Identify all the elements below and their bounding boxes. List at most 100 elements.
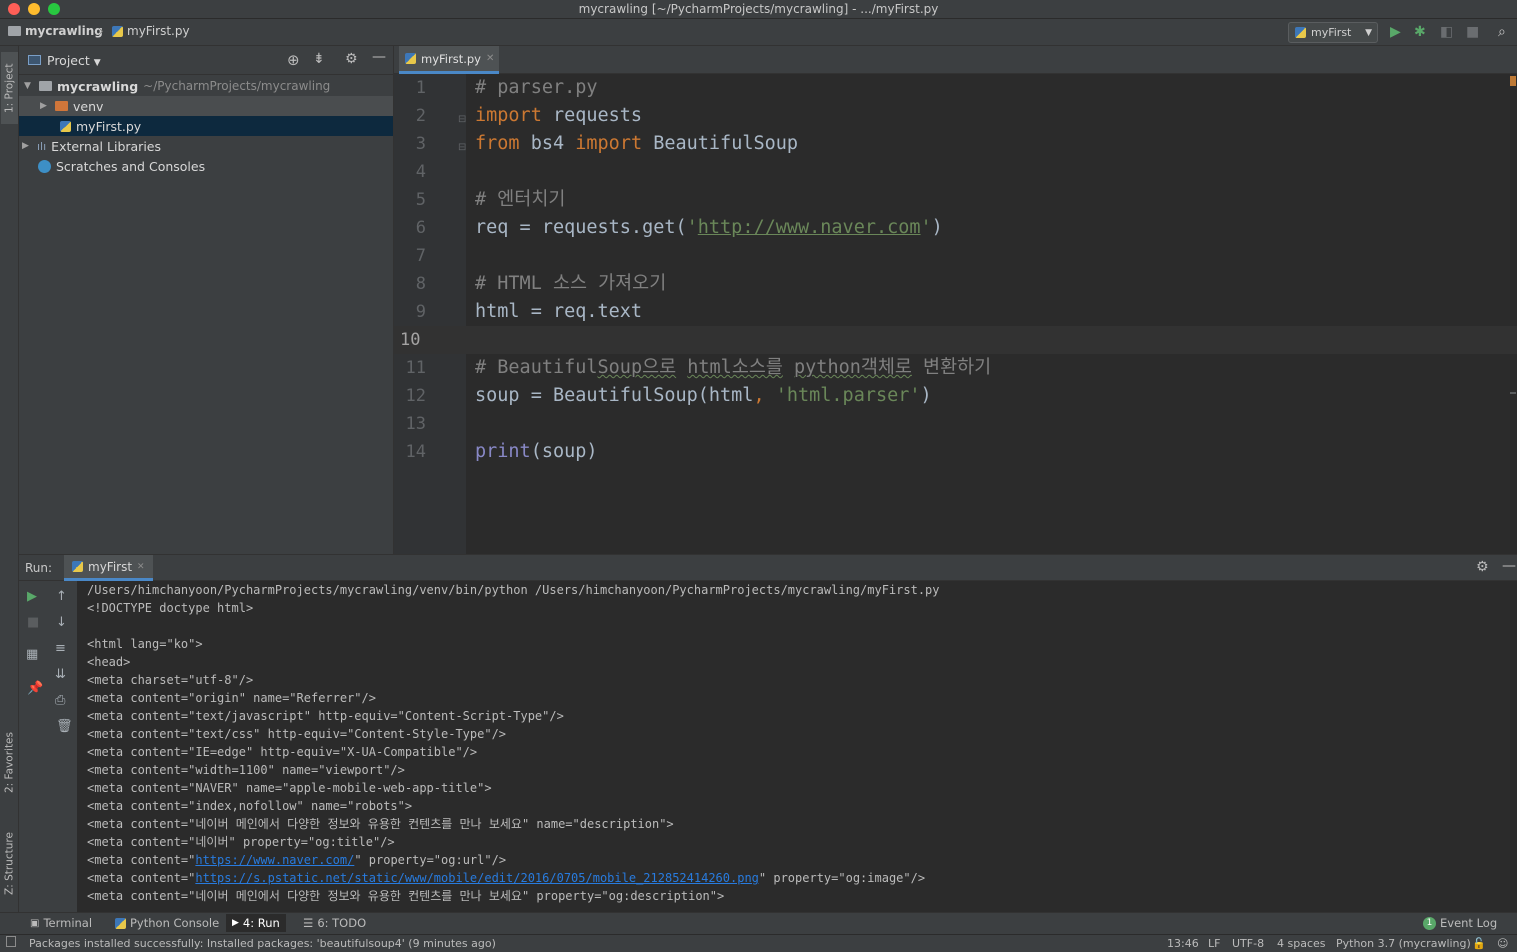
console-line: <meta content="https://s.pstatic.net/sta… <box>87 871 926 885</box>
line-number: 5 <box>415 190 426 210</box>
indent-setting[interactable]: 4 spaces <box>1277 937 1326 950</box>
lock-icon[interactable]: 🔓 <box>1472 937 1486 950</box>
coverage-icon[interactable]: ◧ <box>1440 24 1453 40</box>
status-message[interactable]: Packages installed successfully: Install… <box>29 937 496 950</box>
editor-tab-bar: myFirst.py ✕ <box>394 46 1517 74</box>
search-icon[interactable]: ⌕ <box>1498 24 1506 40</box>
line-number: 14 <box>405 442 426 462</box>
stop-icon[interactable]: ■ <box>27 615 39 630</box>
line-number: 12 <box>405 386 426 406</box>
trash-icon[interactable]: 🗑 <box>56 719 73 734</box>
console-line: <html lang="ko"> <box>87 637 203 651</box>
line-number: 6 <box>415 218 426 238</box>
inspector-icon[interactable]: ☺ <box>1497 937 1508 950</box>
close-tab-icon[interactable]: ✕ <box>486 53 494 64</box>
python-interpreter[interactable]: Python 3.7 (mycrawling) <box>1336 937 1471 950</box>
project-panel: Project ▼ ⊕ ⇟ ⚙ — ▼ mycrawling ~/Pycharm… <box>19 46 393 554</box>
console-output[interactable]: /Users/himchanyoon/PycharmProjects/mycra… <box>87 581 1517 913</box>
code-line[interactable]: print(soup) <box>475 438 598 466</box>
breadcrumb-project[interactable]: mycrawling <box>8 24 103 38</box>
code-line[interactable]: soup = BeautifulSoup(html, 'html.parser'… <box>475 382 932 410</box>
fold-marker-icon[interactable]: ⊟ <box>458 114 466 125</box>
run-configuration-selector[interactable]: myFirst ▼ <box>1288 22 1378 43</box>
console-link[interactable]: https://s.pstatic.net/static/www/mobile/… <box>195 871 759 885</box>
tree-item-venv[interactable]: ▶ venv <box>19 96 393 116</box>
code-line[interactable]: html = req.text <box>475 298 642 326</box>
line-number: 4 <box>415 162 426 182</box>
pin-icon[interactable]: 📌 <box>27 681 43 696</box>
soft-wrap-icon[interactable]: ≡ <box>55 641 66 656</box>
hide-panel-icon[interactable]: — <box>1502 558 1516 574</box>
console-line: <meta content="origin" name="Referrer"/> <box>87 691 376 705</box>
run-icon[interactable]: ▶ <box>1390 24 1401 40</box>
layout-icon[interactable]: ▦ <box>26 647 38 662</box>
console-line: <meta content="네이버" property="og:title"/… <box>87 835 395 849</box>
debug-icon[interactable]: ✱ <box>1414 24 1426 40</box>
tree-item-myfirst-py[interactable]: myFirst.py <box>19 116 393 136</box>
library-icon: ılı <box>37 139 47 153</box>
tool-tab-python-console[interactable]: Python Console <box>115 916 219 930</box>
line-number: 11 <box>405 358 426 378</box>
current-line-highlight <box>466 326 1517 354</box>
file-encoding[interactable]: UTF-8 <box>1232 937 1264 950</box>
arrow-down-icon[interactable]: ↓ <box>56 615 67 630</box>
fold-marker-icon[interactable]: ⊟ <box>458 142 466 153</box>
tool-tab-favorites[interactable]: 2: Favorites <box>1 722 18 804</box>
code-line[interactable]: # 엔터치기 <box>475 186 565 214</box>
line-number: 8 <box>415 274 426 294</box>
run-panel-header: Run: myFirst ✕ ⚙ — <box>19 555 1517 581</box>
toggle-tool-windows-icon[interactable] <box>6 936 16 947</box>
run-tab-myfirst[interactable]: myFirst ✕ <box>64 555 153 581</box>
tree-item-project-root[interactable]: ▼ mycrawling ~/PycharmProjects/mycrawlin… <box>19 76 393 96</box>
inspection-status-marker[interactable] <box>1510 76 1516 86</box>
tree-item-external-libraries[interactable]: ▶ ılı External Libraries <box>19 136 393 156</box>
code-line[interactable]: # parser.py <box>475 74 598 102</box>
line-number: 2 <box>415 106 426 126</box>
breadcrumb-file[interactable]: myFirst.py <box>112 24 190 38</box>
project-view-selector[interactable]: Project ▼ <box>47 53 101 68</box>
code-line[interactable]: from bs4 import BeautifulSoup <box>475 130 798 158</box>
code-line[interactable]: import requests <box>475 102 642 130</box>
console-link[interactable]: https://www.naver.com/ <box>195 853 354 867</box>
tree-item-scratches[interactable]: Scratches and Consoles <box>19 156 393 176</box>
tool-tab-todo[interactable]: ☰ 6: TODO <box>303 916 366 930</box>
locate-file-icon[interactable]: ⊕ <box>287 51 300 69</box>
gear-icon[interactable]: ⚙ <box>345 51 358 67</box>
line-separator[interactable]: LF <box>1208 937 1220 950</box>
scroll-to-end-icon[interactable]: ⇊ <box>55 667 66 682</box>
python-icon <box>115 917 126 929</box>
folder-icon <box>39 81 52 91</box>
code-line[interactable]: req = requests.get('http://www.naver.com… <box>475 214 943 242</box>
print-icon[interactable]: ⎙ <box>55 693 65 708</box>
console-line: <!DOCTYPE doctype html> <box>87 601 254 615</box>
event-log-button[interactable]: 1 Event Log <box>1423 916 1497 930</box>
close-tab-icon[interactable]: ✕ <box>137 562 145 572</box>
tool-tab-structure[interactable]: Z: Structure <box>1 822 18 906</box>
console-line: <meta content="NAVER" name="apple-mobile… <box>87 781 492 795</box>
rerun-icon[interactable]: ▶ <box>27 589 37 604</box>
tool-tab-run[interactable]: ▶ 4: Run <box>226 914 286 932</box>
code-line[interactable]: # HTML 소스 가져오기 <box>475 270 666 298</box>
console-line: <meta content="text/css" http-equiv="Con… <box>87 727 507 741</box>
stop-icon[interactable]: ■ <box>1466 24 1479 40</box>
terminal-icon: ▣ <box>30 917 40 929</box>
collapse-all-icon[interactable]: ⇟ <box>313 51 325 67</box>
url-link[interactable]: http://www.naver.com <box>698 217 921 238</box>
python-icon <box>72 561 83 572</box>
gear-icon[interactable]: ⚙ <box>1476 559 1489 575</box>
window-title: mycrawling [~/PycharmProjects/mycrawling… <box>578 2 939 16</box>
left-tool-strip: 1: Project 2: Favorites Z: Structure <box>0 46 19 912</box>
console-line: <meta content="네이버 메인에서 다양한 정보와 유용한 컨텐츠를… <box>87 889 725 903</box>
arrow-up-icon[interactable]: ↑ <box>56 589 67 604</box>
title-bar: mycrawling [~/PycharmProjects/mycrawling… <box>0 0 1517 19</box>
code-line[interactable]: # BeautifulSoup으로 html소스를 python객체로 변환하기 <box>475 354 991 382</box>
editor-tab-myfirst-py[interactable]: myFirst.py ✕ <box>399 46 499 74</box>
caret-position[interactable]: 13:46 <box>1167 937 1199 950</box>
tool-tab-project[interactable]: 1: Project <box>1 52 18 124</box>
expand-arrow-icon: ▶ <box>22 141 29 151</box>
hide-panel-icon[interactable]: — <box>372 49 386 65</box>
console-line: <meta content="네이버 메인에서 다양한 정보와 유용한 컨텐츠를… <box>87 817 674 831</box>
line-number: 1 <box>415 78 426 98</box>
tool-tab-terminal[interactable]: ▣ Terminal <box>30 916 92 930</box>
